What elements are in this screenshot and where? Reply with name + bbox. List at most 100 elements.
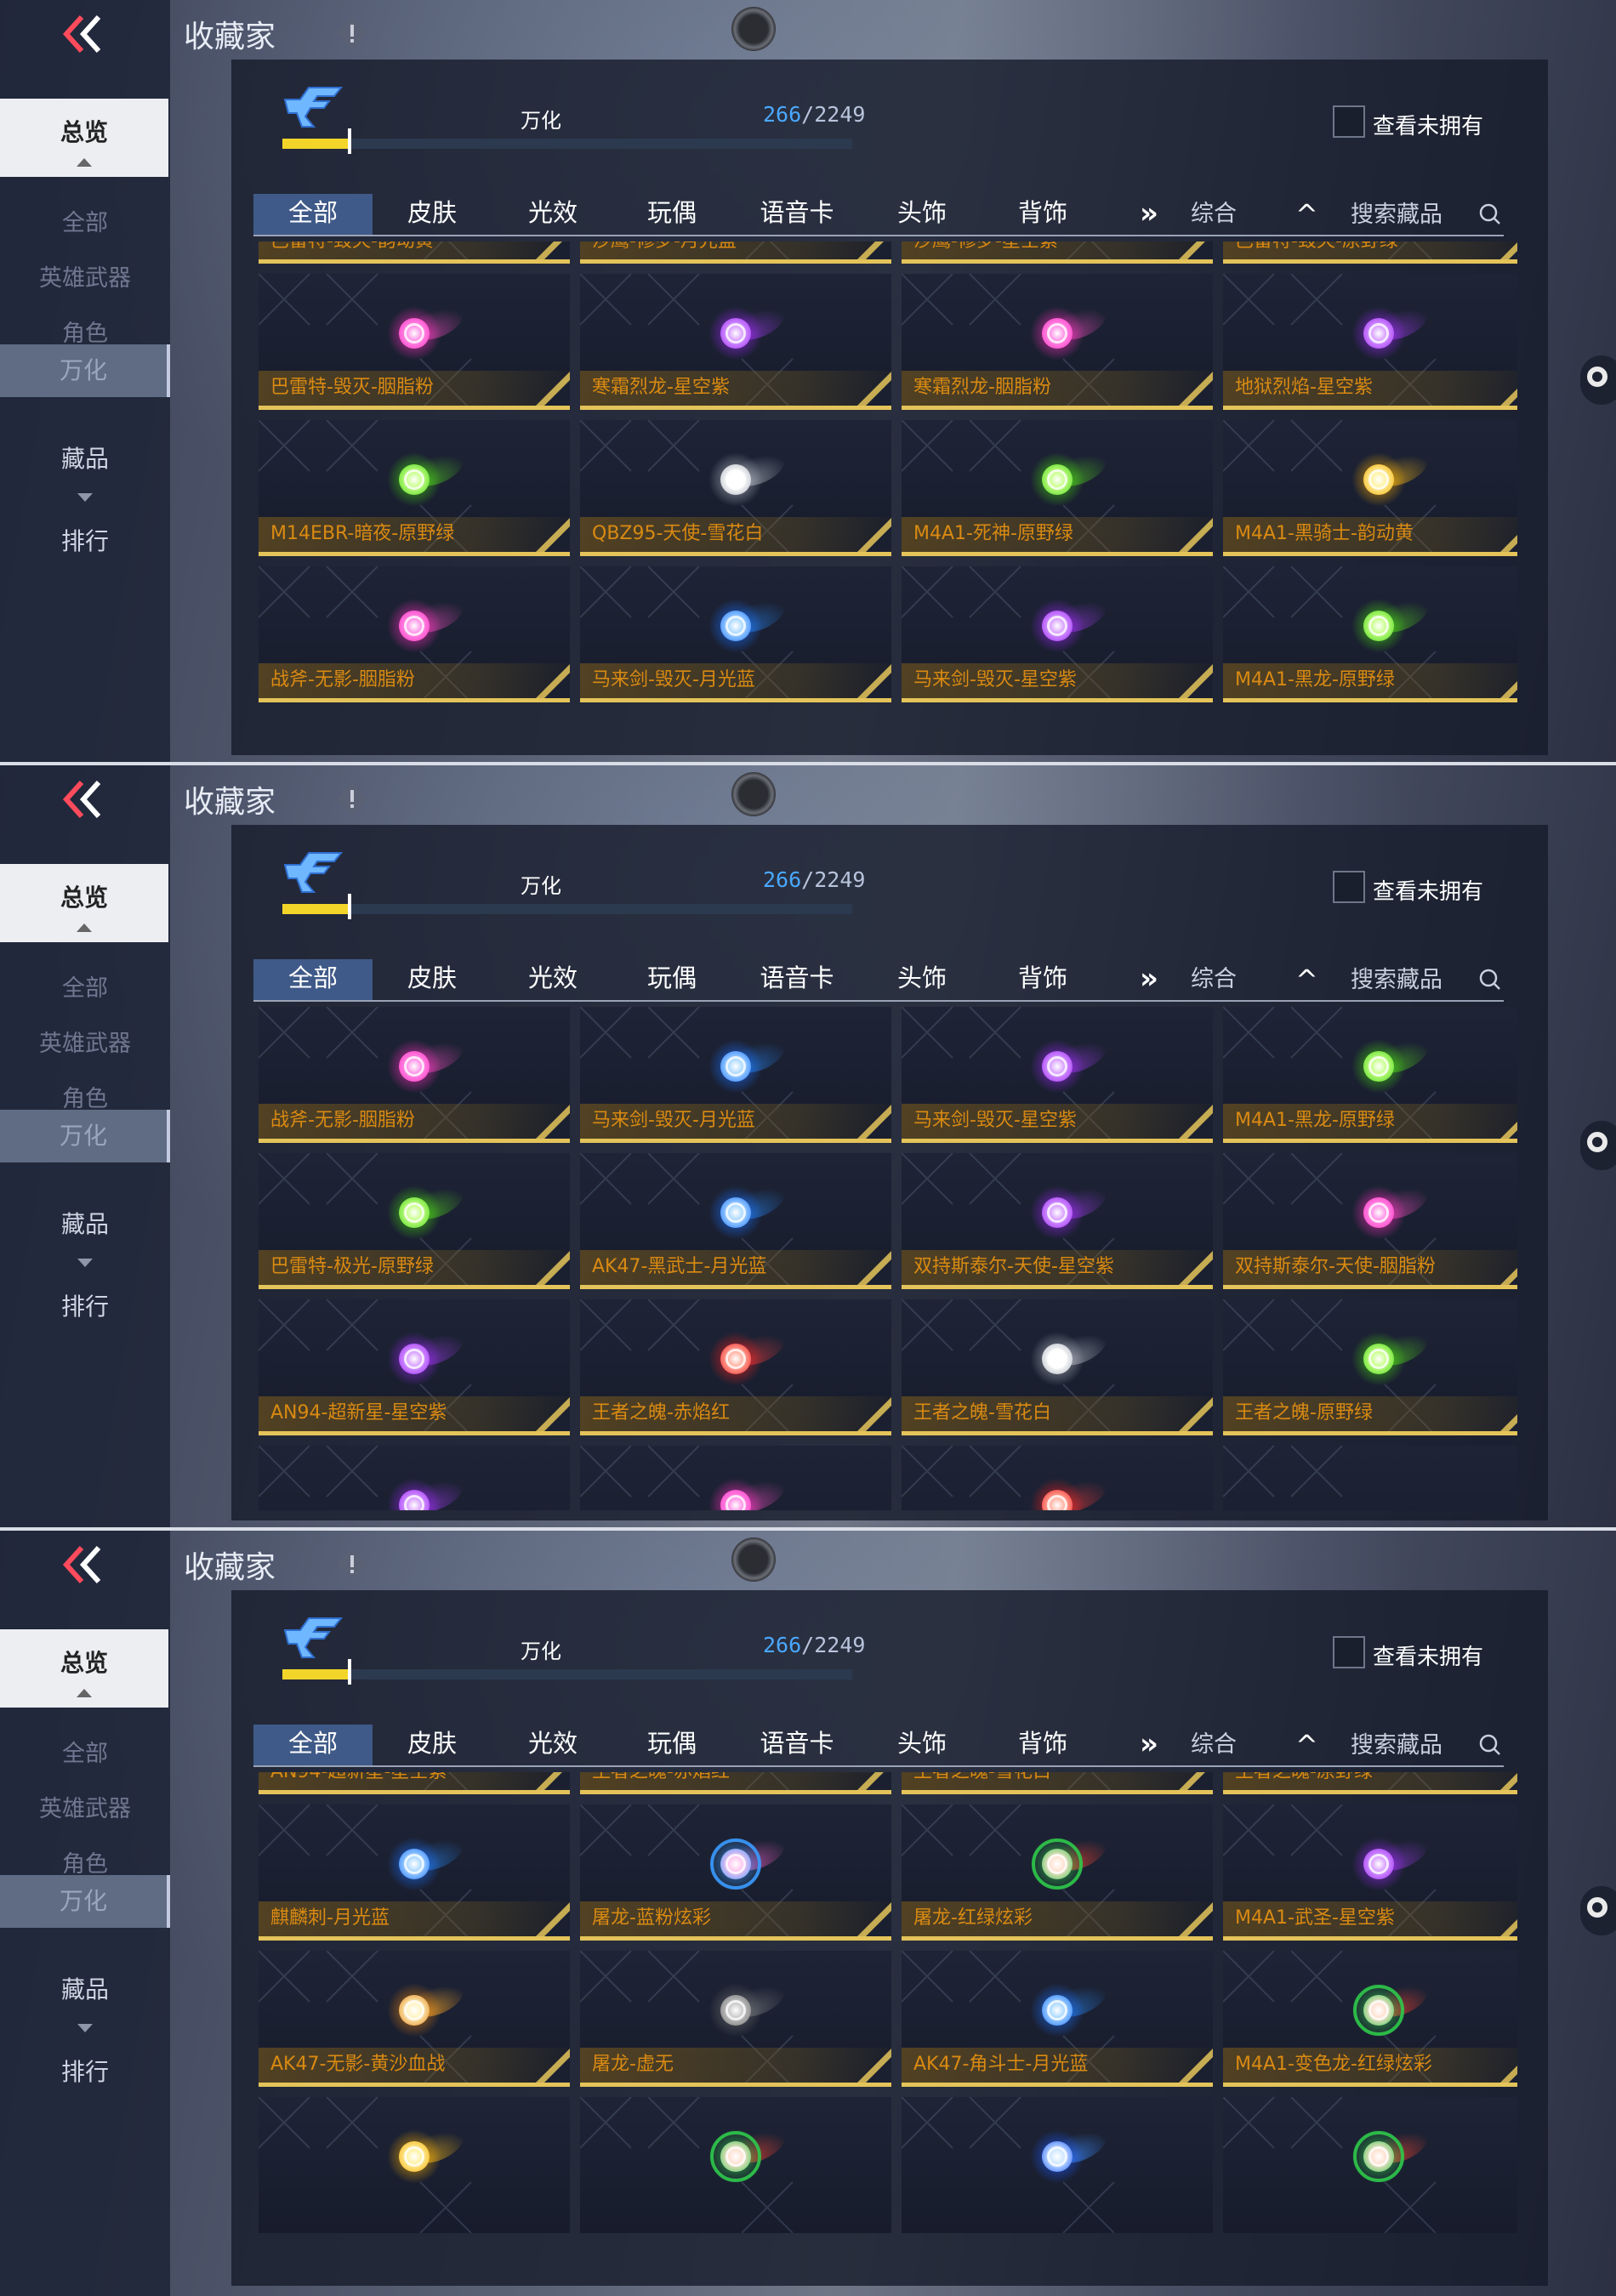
collection-card[interactable]: 王者之魄-原野绿 [1223,1299,1517,1435]
collection-card[interactable] [1223,1446,1517,1510]
collection-card[interactable]: 战斧-无影-胭脂粉 [259,1007,570,1143]
collection-card[interactable]: 屠龙-红绿炫彩 [902,1804,1213,1941]
collection-card[interactable]: M4A1-黑龙-原野绿 [1223,566,1517,702]
sidebar-item-6[interactable]: 排行 [0,2054,170,2088]
collection-card[interactable]: 双持斯泰尔-天使-胭脂粉 [1223,1153,1517,1289]
collection-card[interactable] [580,2097,891,2233]
tab-5[interactable]: 头饰 [862,959,982,1000]
search-input[interactable] [1351,197,1487,231]
sort-dropdown[interactable]: 综合 [1191,1725,1237,1765]
tab-3[interactable]: 玩偶 [612,194,731,235]
sidebar-item-0[interactable]: 总览 [0,864,168,942]
more-tabs-button[interactable]: » [1140,1725,1158,1765]
sort-dropdown[interactable]: 综合 [1191,194,1237,235]
sidebar-item-2[interactable]: 英雄武器 [0,1790,170,1823]
collection-card[interactable]: 马来剑-毁灭-月光蓝 [580,566,891,702]
sort-dropdown[interactable]: 综合 [1191,959,1237,1000]
sidebar-item-6[interactable]: 排行 [0,1288,170,1322]
sidebar-item-0[interactable]: 总览 [0,1629,168,1708]
search-icon[interactable] [1478,202,1502,226]
tab-0[interactable]: 全部 [253,194,373,235]
sidebar-item-5[interactable]: 藏品 [0,1206,170,1267]
tab-1[interactable]: 皮肤 [373,959,492,1000]
collection-card[interactable]: 屠龙-蓝粉炫彩 [580,1804,891,1941]
sidebar-item-1[interactable]: 全部 [0,969,170,1003]
more-tabs-button[interactable]: » [1140,194,1158,235]
search-icon[interactable] [1478,1733,1502,1757]
sidebar-item-3[interactable]: 角色 [0,1080,170,1113]
tab-2[interactable]: 光效 [493,1725,612,1765]
chevron-up-icon[interactable]: ^ [1295,197,1318,231]
sidebar-item-1[interactable]: 全部 [0,1735,170,1768]
search-input[interactable] [1351,1728,1487,1762]
sidebar-item-3[interactable]: 角色 [0,1845,170,1878]
collection-card[interactable]: AK47-角斗士-月光蓝 [902,1951,1213,2087]
view-unowned-checkbox[interactable] [1333,105,1365,138]
sidebar-item-5[interactable]: 藏品 [0,440,170,502]
back-button[interactable] [51,1539,119,1590]
search-input[interactable] [1351,963,1487,997]
tab-4[interactable]: 语音卡 [731,1725,862,1765]
view-unowned-checkbox[interactable] [1333,1636,1365,1668]
sidebar-item-6[interactable]: 排行 [0,523,170,557]
collection-card[interactable]: 双持斯泰尔-天使-星空紫 [902,1153,1213,1289]
search-icon[interactable] [1478,968,1502,992]
more-tabs-button[interactable]: » [1140,959,1158,1000]
info-button[interactable] [334,15,370,51]
collection-card[interactable] [259,1446,570,1510]
sidebar-item-0[interactable]: 总览 [0,99,168,177]
collection-card[interactable]: 王者之魄-赤焰红 [580,1299,891,1435]
collection-card[interactable]: M4A1-黑骑士-韵动黄 [1223,420,1517,556]
collection-card[interactable]: 麒麟刺-月光蓝 [259,1804,570,1941]
collection-card[interactable]: 王者之魄-原野绿 [1223,1772,1517,1794]
collection-card[interactable]: AN94-超新星-星空紫 [259,1299,570,1435]
collection-card[interactable]: M4A1-死神-原野绿 [902,420,1213,556]
collection-card[interactable]: AK47-黑武士-月光蓝 [580,1153,891,1289]
info-button[interactable] [334,1546,370,1582]
collection-card[interactable]: 王者之魄-雪花白 [902,1299,1213,1435]
tab-0[interactable]: 全部 [253,959,373,1000]
tab-4[interactable]: 语音卡 [731,959,862,1000]
collection-card[interactable]: 沙鹰-修罗-星空紫 [902,242,1213,264]
sidebar-item-4[interactable]: 万化 [0,1110,170,1162]
collection-card[interactable]: 王者之魄-雪花白 [902,1772,1213,1794]
collection-card[interactable] [259,2097,570,2233]
tab-0[interactable]: 全部 [253,1725,373,1765]
side-toggle-button[interactable] [1580,355,1616,405]
collection-card[interactable]: 寒霜烈龙-胭脂粉 [902,274,1213,410]
tab-5[interactable]: 头饰 [862,1725,982,1765]
tab-6[interactable]: 背饰 [983,194,1102,235]
tab-3[interactable]: 玩偶 [612,1725,731,1765]
tab-2[interactable]: 光效 [493,959,612,1000]
collection-card[interactable]: M14EBR-暗夜-原野绿 [259,420,570,556]
tab-4[interactable]: 语音卡 [731,194,862,235]
collection-card[interactable] [902,1446,1213,1510]
tab-3[interactable]: 玩偶 [612,959,731,1000]
sidebar-item-4[interactable]: 万化 [0,344,170,397]
sidebar-item-2[interactable]: 英雄武器 [0,1025,170,1058]
tab-6[interactable]: 背饰 [983,1725,1102,1765]
collection-card[interactable]: AN94-超新星-星空紫 [259,1772,570,1794]
collection-card[interactable]: 屠龙-虚无 [580,1951,891,2087]
collection-card[interactable]: M4A1-武圣-星空紫 [1223,1804,1517,1941]
side-toggle-button[interactable] [1580,1121,1616,1170]
tab-1[interactable]: 皮肤 [373,1725,492,1765]
collection-card[interactable]: 王者之魄-赤焰红 [580,1772,891,1794]
collection-card[interactable] [902,2097,1213,2233]
sidebar-item-1[interactable]: 全部 [0,204,170,237]
collection-card[interactable]: 马来剑-毁灭-星空紫 [902,1007,1213,1143]
view-unowned-checkbox[interactable] [1333,871,1365,903]
collection-card[interactable]: AK47-无影-黄沙血战 [259,1951,570,2087]
side-toggle-button[interactable] [1580,1886,1616,1935]
chevron-up-icon[interactable]: ^ [1295,963,1318,997]
info-button[interactable] [334,781,370,816]
collection-card[interactable] [1223,2097,1517,2233]
collection-card[interactable] [580,1446,891,1510]
collection-card[interactable]: 巴雷特-极光-原野绿 [259,1153,570,1289]
tab-6[interactable]: 背饰 [983,959,1102,1000]
sidebar-item-3[interactable]: 角色 [0,315,170,348]
collection-card[interactable]: 马来剑-毁灭-月光蓝 [580,1007,891,1143]
collection-card[interactable]: 地狱烈焰-星空紫 [1223,274,1517,410]
sidebar-item-2[interactable]: 英雄武器 [0,259,170,293]
sidebar-item-5[interactable]: 藏品 [0,1971,170,2032]
